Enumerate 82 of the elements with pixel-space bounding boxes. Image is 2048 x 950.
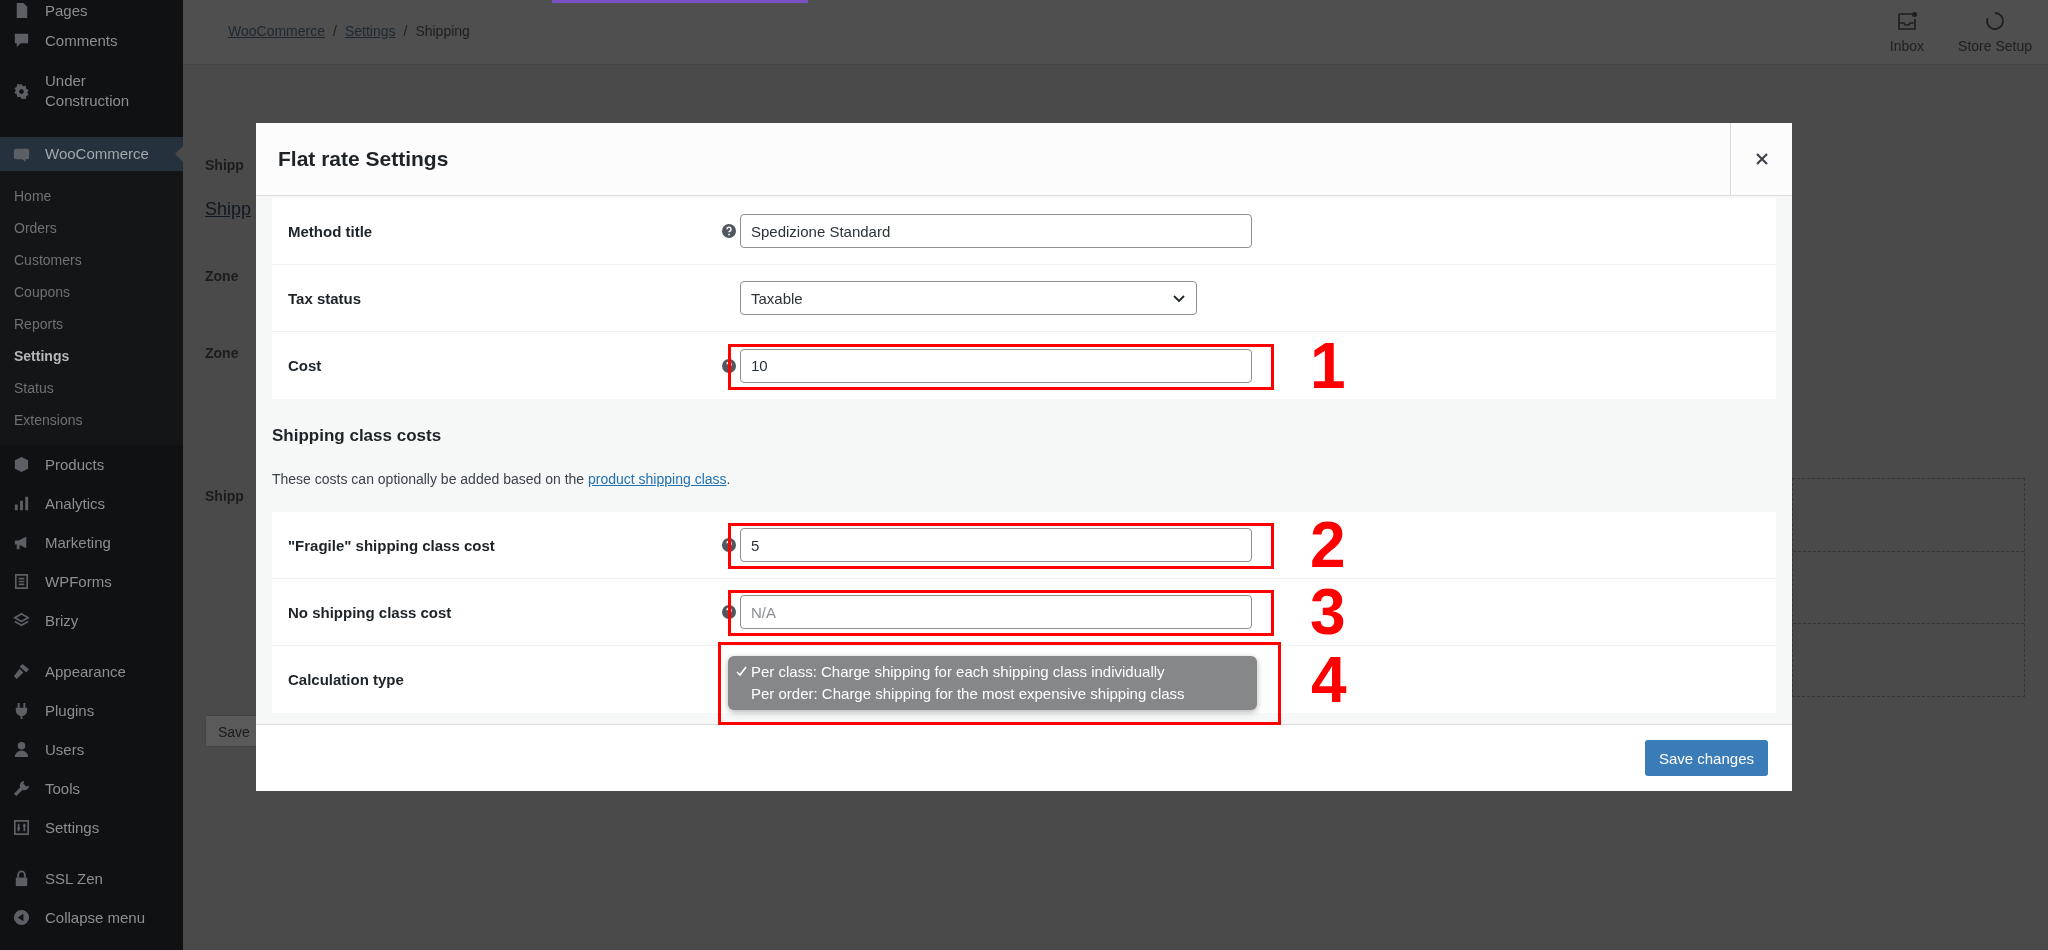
hammer-icon	[12, 662, 31, 681]
help-icon[interactable]	[722, 224, 736, 238]
close-icon	[1754, 152, 1769, 166]
menu-item[interactable]: Collapse menu	[0, 898, 183, 937]
menu-item[interactable]: Marketing	[0, 523, 183, 562]
annotation-number: 2	[1310, 513, 1346, 577]
annotation-number: 4	[1311, 647, 1347, 712]
wrench-icon	[12, 779, 31, 798]
submenu-item[interactable]: Home	[0, 180, 183, 212]
submenu-item[interactable]: Status	[0, 372, 183, 404]
dropdown-option[interactable]: Per class: Charge shipping for each shipping class individually	[736, 660, 1249, 683]
submenu-item[interactable]: Reports	[0, 308, 183, 340]
menu-item[interactable]: Users	[0, 730, 183, 769]
menu-label: Tools	[45, 778, 81, 799]
menu-label: Plugins	[45, 700, 95, 721]
dropdown-option[interactable]: Per order: Charge shipping for the most expensive shipping class	[736, 682, 1249, 705]
save-changes-button[interactable]: Save changes	[1644, 740, 1768, 776]
inbox-icon	[1895, 10, 1918, 32]
annotation-number: 3	[1310, 580, 1346, 644]
text-field[interactable]: N/A	[740, 595, 1252, 629]
progress-ring-icon	[1984, 10, 2007, 32]
menu-item[interactable]: Plugins	[0, 691, 183, 730]
menu-item[interactable]: Tools	[0, 769, 183, 808]
submenu-item[interactable]: Customers	[0, 244, 183, 276]
breadcrumb-separator: /	[403, 23, 408, 39]
menu-item[interactable]: Comments	[0, 21, 183, 60]
section-title: Shipping class costs	[272, 425, 443, 447]
text-field[interactable]: Spedizione Standard	[740, 214, 1252, 248]
menu-item[interactable]: Brizy	[0, 601, 183, 640]
menu-label: Collapse menu	[45, 907, 146, 928]
circle-arrow-icon	[12, 908, 31, 927]
product-shipping-class-link[interactable]: product shipping class	[588, 471, 727, 487]
field-label: Cost	[287, 357, 323, 374]
menu-label: Analytics	[45, 493, 106, 514]
field-label: Tax status	[287, 289, 363, 307]
menu-label: WooCommerce	[45, 144, 149, 164]
modal-title: Flat rate Settings	[277, 147, 450, 171]
menu-label: Under Construction	[45, 71, 131, 111]
menu-item[interactable]: SSL Zen	[0, 859, 183, 898]
menu-label: Appearance	[45, 661, 126, 682]
text-field[interactable]: 10	[740, 348, 1252, 383]
menu-item[interactable]: WooCommerce	[0, 137, 183, 171]
gear-icon	[12, 81, 31, 101]
select-field[interactable]: Taxable	[740, 281, 1197, 315]
menu-label: Brizy	[45, 610, 79, 631]
field-label: "Fragile" shipping class cost	[287, 536, 496, 554]
menu-label: Marketing	[45, 532, 111, 553]
sliders-icon	[12, 818, 31, 837]
cube-icon	[12, 455, 31, 474]
option-label: Per class: Charge shipping for each shipping class individually	[751, 661, 1165, 682]
menu-label: SSL Zen	[45, 868, 103, 889]
submenu-item[interactable]: Orders	[0, 212, 183, 244]
field-label: Calculation type	[287, 671, 405, 688]
menu-item[interactable]: WPForms	[0, 562, 183, 601]
help-icon[interactable]	[722, 605, 736, 619]
menu-label: Comments	[45, 30, 118, 51]
menu-item[interactable]: Appearance	[0, 652, 183, 691]
field-label: No shipping class cost	[287, 603, 453, 621]
menu-label: Products	[45, 454, 105, 475]
menu-label: WPForms	[45, 571, 112, 592]
option-label: Per order: Charge shipping for the most expensive shipping class	[751, 683, 1185, 704]
menu-item[interactable]: Pages	[0, 0, 183, 21]
section-description: These costs can optionally be added based on the product shipping class.	[272, 470, 732, 489]
user-icon	[12, 740, 31, 759]
submenu-item[interactable]: Coupons	[0, 276, 183, 308]
help-icon[interactable]	[722, 538, 736, 552]
help-icon[interactable]	[722, 358, 736, 373]
text-field[interactable]: 5	[740, 528, 1252, 562]
field-label: Method title	[287, 222, 374, 240]
menu-label: Users	[45, 739, 85, 760]
menu-item[interactable]: Analytics	[0, 484, 183, 523]
menu-item[interactable]: Products	[0, 445, 183, 484]
bar-chart-icon	[12, 494, 31, 513]
menu-label: Pages	[45, 0, 88, 21]
menu-item[interactable]: Settings	[0, 808, 183, 847]
submenu-item[interactable]: Settings	[0, 340, 183, 372]
menu-label: Settings	[45, 817, 100, 838]
annotation-number: 1	[1310, 333, 1346, 398]
form-icon	[12, 572, 31, 591]
submenu-item[interactable]: Extensions	[0, 404, 183, 436]
breadcrumb-separator: /	[333, 23, 337, 39]
menu-item[interactable]: Under Construction	[0, 60, 183, 122]
